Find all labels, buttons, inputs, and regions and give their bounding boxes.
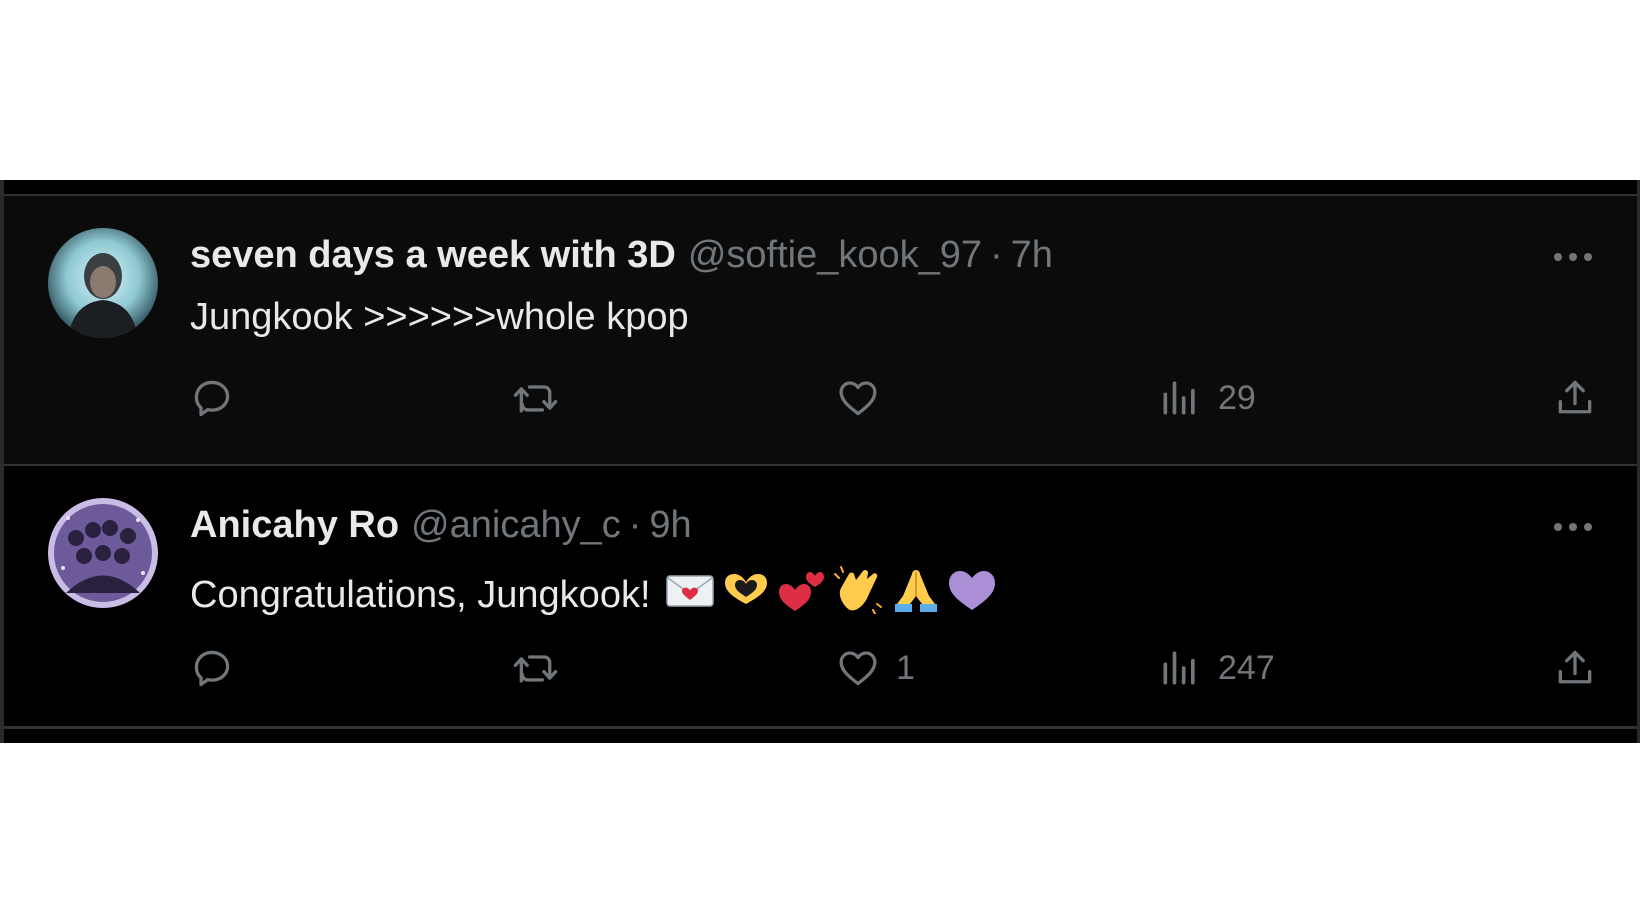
tweet-text-content: Congratulations, Jungkook! bbox=[190, 573, 651, 616]
views-chart-icon bbox=[1163, 381, 1195, 415]
two-hearts-emoji bbox=[777, 567, 827, 623]
display-name[interactable]: seven days a week with 3D bbox=[190, 234, 676, 277]
tweet-header: Anicahy Ro @anicahy_c · 9h bbox=[190, 504, 692, 550]
display-name[interactable]: Anicahy Ro bbox=[190, 504, 399, 547]
clapping-hands-emoji bbox=[833, 566, 885, 624]
heart-icon bbox=[839, 651, 877, 686]
avatar[interactable] bbox=[48, 228, 158, 338]
like-button[interactable] bbox=[836, 376, 896, 420]
purple-heart-emoji bbox=[947, 567, 997, 623]
retweet-button[interactable] bbox=[512, 646, 576, 690]
separator: · bbox=[628, 504, 642, 546]
love-letter-emoji bbox=[665, 570, 715, 620]
tweet-actions: 1 247 bbox=[190, 646, 1597, 696]
tweet-text: Congratulations, Jungkook! bbox=[190, 566, 997, 624]
share-button[interactable] bbox=[1553, 646, 1597, 690]
reply-button[interactable] bbox=[190, 646, 250, 690]
tweet[interactable]: Anicahy Ro @anicahy_c · 9h Congratulatio… bbox=[4, 466, 1637, 729]
tweet-header: seven days a week with 3D @softie_kook_9… bbox=[190, 234, 1053, 280]
tweet-text-content: Jungkook >>>>>>whole kpop bbox=[190, 296, 689, 338]
heart-icon bbox=[839, 381, 877, 416]
retweet-icon bbox=[513, 655, 558, 683]
timestamp[interactable]: 9h bbox=[649, 504, 691, 547]
avatar[interactable] bbox=[48, 498, 158, 608]
views-count: 247 bbox=[1218, 648, 1275, 687]
like-button[interactable]: 1 bbox=[836, 646, 915, 690]
views-chart-icon bbox=[1163, 651, 1195, 685]
tweet-list: seven days a week with 3D @softie_kook_9… bbox=[0, 180, 1640, 743]
user-handle[interactable]: @softie_kook_97 bbox=[688, 234, 982, 277]
views-button[interactable]: 247 bbox=[1158, 646, 1275, 690]
tweet-actions: 29 bbox=[190, 376, 1597, 426]
folded-hands-emoji bbox=[891, 566, 941, 624]
tweet-text: Jungkook >>>>>>whole kpop bbox=[190, 296, 689, 339]
tweet[interactable]: seven days a week with 3D @softie_kook_9… bbox=[4, 196, 1637, 466]
heart-hands-emoji bbox=[721, 570, 771, 620]
user-handle[interactable]: @anicahy_c bbox=[411, 504, 621, 547]
reply-icon bbox=[194, 380, 230, 417]
reply-button[interactable] bbox=[190, 376, 250, 420]
separator: · bbox=[990, 234, 1003, 276]
views-count: 29 bbox=[1218, 378, 1256, 417]
retweet-button[interactable] bbox=[512, 376, 576, 420]
share-icon bbox=[1558, 380, 1592, 414]
share-button[interactable] bbox=[1553, 376, 1597, 420]
retweet-icon bbox=[513, 385, 558, 413]
views-button[interactable]: 29 bbox=[1158, 376, 1256, 420]
share-icon bbox=[1558, 650, 1592, 684]
more-options-icon[interactable] bbox=[1553, 250, 1593, 268]
more-options-icon[interactable] bbox=[1553, 520, 1593, 538]
like-count: 1 bbox=[896, 648, 915, 687]
list-top-border bbox=[4, 180, 1637, 196]
timestamp[interactable]: 7h bbox=[1011, 234, 1053, 277]
reply-icon bbox=[194, 650, 230, 687]
